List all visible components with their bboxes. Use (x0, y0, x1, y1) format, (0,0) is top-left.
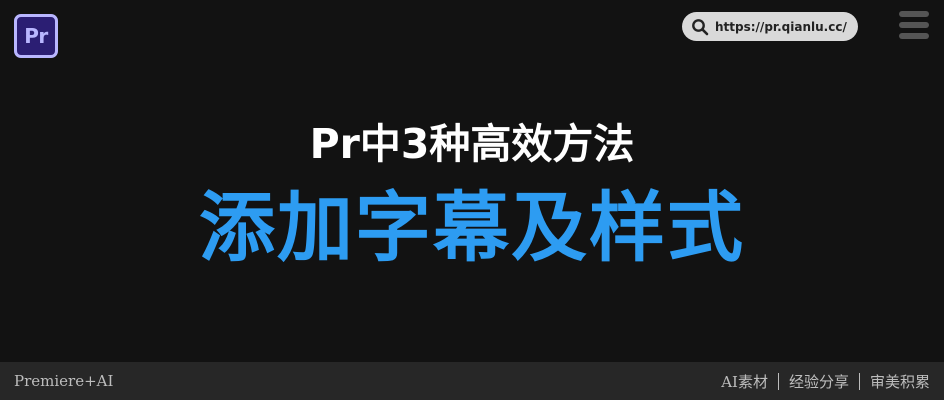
url-bar[interactable]: https://pr.qianlu.cc/ (682, 12, 858, 41)
menu-bar-line (899, 22, 929, 28)
url-text: https://pr.qianlu.cc/ (715, 19, 847, 34)
premiere-pro-logo[interactable]: Pr (14, 14, 58, 58)
footer-brand-label: Premiere+AI (14, 372, 114, 390)
page-title: 添加字幕及样式 (199, 183, 745, 272)
menu-bar-line (899, 33, 929, 39)
logo-text: Pr (24, 24, 48, 48)
footer-tag-ai-materials[interactable]: AI素材 (721, 371, 768, 392)
hamburger-menu-icon[interactable] (899, 11, 929, 39)
footer-divider (858, 372, 860, 390)
footer-tag-experience[interactable]: 经验分享 (789, 371, 849, 392)
footer-tag-aesthetics[interactable]: 审美积累 (870, 371, 930, 392)
footer-tags: AI素材 经验分享 审美积累 (721, 371, 930, 392)
footer-bar: Premiere+AI AI素材 经验分享 审美积累 (0, 362, 944, 400)
search-icon (691, 18, 709, 36)
footer-divider (777, 372, 779, 390)
menu-bar-line (899, 11, 929, 17)
page-subtitle: Pr中3种高效方法 (309, 120, 635, 168)
